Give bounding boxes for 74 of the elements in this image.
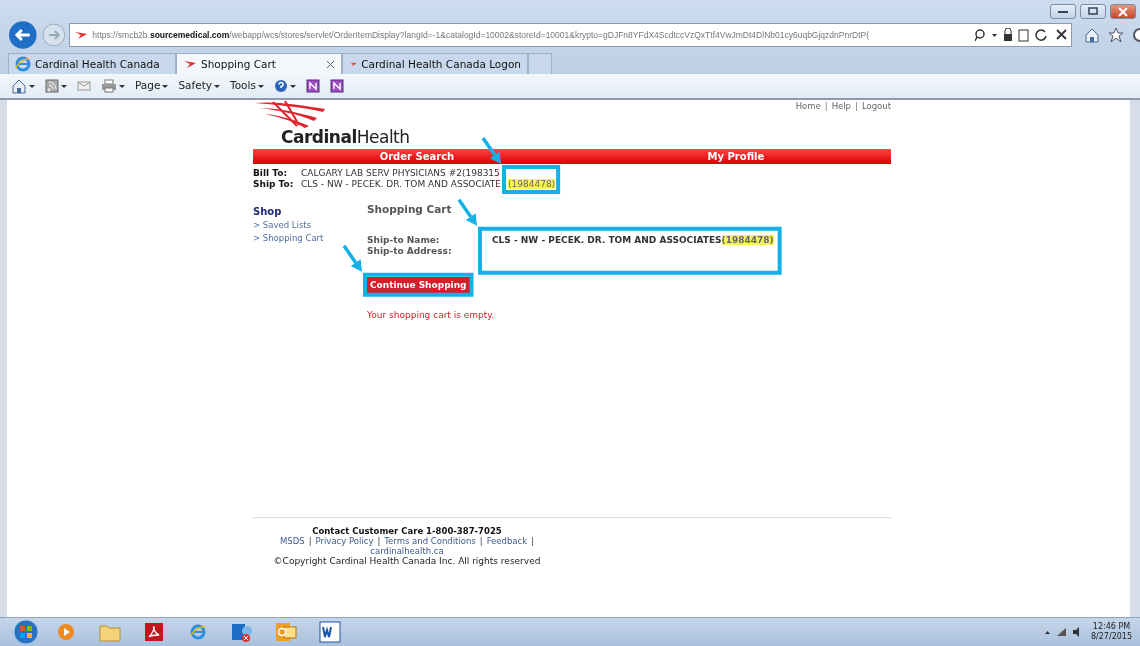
footer-link[interactable]: Feedback — [486, 536, 528, 547]
footer-link[interactable]: Terms and Conditions — [384, 536, 476, 547]
field-label: Ship To: — [253, 179, 295, 190]
home-icon — [11, 78, 27, 94]
clock-text[interactable]: 12:46 PM 8/27/2015 — [1090, 622, 1132, 642]
annotation-arrow — [481, 137, 501, 164]
close-icon[interactable] — [326, 59, 335, 69]
minimize-button[interactable] — [1050, 4, 1076, 19]
note-icon — [305, 79, 320, 93]
media-player-icon[interactable] — [56, 622, 76, 642]
address-field[interactable]: https://smcb2b.sourcemedical.com/webapp/wcs/stores/servlet/OrderItemDisplay?langId=-1&catalogId=10002&storeId=10001&krypto=gDJFn8YFdX4ScdtccVzQxTtf4VwJmDt4DlNb01cy6uqbGjqzdnPnrDtP( — [69, 23, 1072, 47]
separator-text: | — [855, 100, 858, 113]
address-text: (1984478) — [721, 234, 774, 245]
menu-button[interactable]: Safety — [175, 78, 223, 94]
back-button[interactable] — [8, 20, 38, 50]
footer-link[interactable]: MSDS — [280, 536, 305, 547]
separator-text: | — [308, 536, 312, 547]
ie-icon — [15, 56, 31, 72]
mail-app-icon[interactable] — [275, 621, 297, 643]
browser-tab[interactable]: Cardinal Health Canada — [8, 53, 176, 74]
menu-button[interactable]: Tools — [227, 78, 267, 94]
field-label: Bill To: — [253, 168, 288, 179]
annotation-box — [502, 165, 561, 194]
logo-text: CardinalHealth — [281, 128, 411, 146]
footer-link[interactable]: cardinalhealth.ca — [0, 546, 891, 557]
menu-button[interactable]: Page — [132, 78, 172, 94]
settings-icon[interactable] — [1132, 27, 1140, 43]
footer-link[interactable]: Privacy Policy — [315, 536, 374, 547]
address-text: CLS - NW - PECEK. DR. TOM AND ASSOCIATE — [301, 179, 501, 189]
help-icon — [273, 79, 288, 93]
separator-text: | — [377, 536, 381, 547]
separator-text: | — [824, 100, 828, 113]
separator-text: | — [531, 536, 534, 547]
browser-tab[interactable]: Cardinal Health Canada Logon — [342, 53, 528, 74]
field-label: Ship-to Name: — [367, 234, 441, 246]
note-icon — [329, 79, 344, 93]
browser-tab[interactable]: Shopping Cart — [176, 53, 342, 74]
pdf-icon[interactable] — [144, 622, 164, 642]
feeds-button[interactable] — [42, 79, 70, 93]
contact-text: Contact Customer Care 1-800-387-7025 — [311, 526, 503, 537]
header-link[interactable]: Home — [795, 100, 821, 146]
close-button[interactable] — [1110, 4, 1136, 19]
close-icon — [1118, 6, 1128, 17]
section-heading: Shopping Cart — [367, 202, 452, 217]
annotation-arrow — [457, 198, 477, 226]
annotation-arrow — [342, 244, 362, 272]
field-label: Ship-to Address: — [367, 245, 453, 257]
address-text: CLS - NW - PECEK. DR. TOM AND ASSOCIATES — [492, 234, 722, 245]
empty-cart-message: Your shopping cart is empty. — [367, 308, 496, 322]
minimize-icon — [1058, 10, 1068, 13]
restore-button[interactable] — [1080, 4, 1106, 19]
sidebar-link[interactable]: > Shopping Cart — [253, 232, 367, 245]
url-text: https://smcb2b.sourcemedical.com/webapp/wcs/stores/servlet/OrderItemDisplay?langId=-1&catalogId=10002&storeId=10001&krypto=gDJFn8YFdX4ScdtccVzQxTtf4VwJmDt4DlNb01cy6uqbGjqzdnPnrDtP( — [92, 29, 871, 42]
sidebar-link[interactable]: > Saved Lists — [253, 219, 367, 232]
cardinal-icon — [74, 30, 89, 40]
nav-link[interactable]: My Profile — [707, 149, 765, 164]
feed-icon — [45, 79, 59, 93]
header-link[interactable]: Logout — [861, 100, 891, 146]
address-text: (1984478) — [508, 179, 556, 189]
favorites-icon[interactable] — [1108, 27, 1124, 43]
header-link[interactable]: Help — [831, 100, 851, 146]
restore-icon — [1088, 6, 1098, 17]
document-app-icon[interactable] — [319, 621, 341, 643]
mail-icon — [77, 80, 91, 92]
copyright-text: ©Copyright Cardinal Health Canada Inc. All rights reserved — [272, 556, 542, 567]
sidebar-heading: Shop — [253, 205, 283, 219]
separator-text: | — [479, 536, 483, 547]
printer-icon — [101, 79, 117, 93]
nav-link[interactable]: Order Search — [379, 149, 455, 164]
cardinal-icon — [349, 59, 358, 69]
address-text: CALGARY LAB SERV PHYSICIANS #2(198315 — [301, 168, 500, 178]
cardinal-icon — [183, 59, 197, 69]
chat-icon[interactable] — [231, 621, 253, 643]
home-icon[interactable] — [1084, 27, 1100, 43]
